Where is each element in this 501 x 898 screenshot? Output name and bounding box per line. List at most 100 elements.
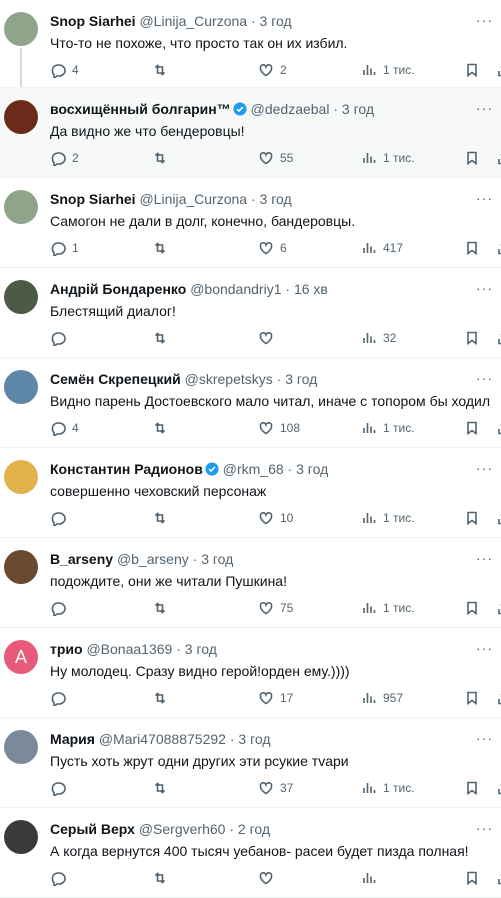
retweet-button[interactable]: [152, 420, 174, 436]
tweet[interactable]: Константин Радионов @rkm_68 · 3 год ··· со…: [0, 448, 501, 538]
like-button[interactable]: 37: [258, 780, 293, 796]
tweet[interactable]: Серый Верх @Sergverh60 · 2 год ··· А когда…: [0, 808, 501, 898]
avatar[interactable]: [4, 190, 38, 224]
timestamp[interactable]: 3 год: [238, 731, 270, 747]
more-options-icon[interactable]: ···: [476, 190, 493, 206]
author-handle[interactable]: @Bonaa1369: [86, 641, 172, 657]
share-button[interactable]: [496, 62, 501, 78]
reply-button[interactable]: [50, 780, 72, 796]
timestamp[interactable]: 3 год: [285, 371, 317, 387]
reply-button[interactable]: [50, 870, 72, 886]
retweet-button[interactable]: [152, 870, 174, 886]
avatar[interactable]: A: [4, 640, 38, 674]
author-handle[interactable]: @rkm_68: [223, 461, 284, 477]
reply-button[interactable]: 2: [50, 150, 79, 166]
reply-button[interactable]: [50, 330, 72, 346]
like-button[interactable]: 75: [258, 600, 293, 616]
author-name[interactable]: Snop Siarhei: [50, 13, 136, 29]
author-handle[interactable]: @b_arseny: [117, 551, 189, 567]
views-button[interactable]: 1 тис.: [361, 600, 415, 616]
tweet[interactable]: Aтрио @Bonaa1369 · 3 год ··· Ну молодец. С…: [0, 628, 501, 718]
author-name[interactable]: Серый Верх: [50, 821, 135, 837]
like-button[interactable]: 10: [258, 510, 293, 526]
bookmark-button[interactable]: [464, 600, 480, 616]
retweet-button[interactable]: [152, 330, 174, 346]
author-name[interactable]: Мария: [50, 731, 95, 747]
timestamp[interactable]: 3 год: [201, 551, 233, 567]
reply-button[interactable]: [50, 690, 72, 706]
author-name[interactable]: трио: [50, 641, 83, 657]
more-options-icon[interactable]: ···: [476, 12, 493, 28]
bookmark-button[interactable]: [464, 62, 480, 78]
views-button[interactable]: 1 тис.: [361, 62, 415, 78]
author-handle[interactable]: @Sergverh60: [139, 821, 226, 837]
retweet-button[interactable]: [152, 600, 174, 616]
timestamp[interactable]: 3 год: [260, 13, 292, 29]
bookmark-button[interactable]: [464, 690, 480, 706]
bookmark-button[interactable]: [464, 510, 480, 526]
share-button[interactable]: [496, 510, 501, 526]
share-button[interactable]: [496, 780, 501, 796]
reply-button[interactable]: [50, 600, 72, 616]
more-options-icon[interactable]: ···: [476, 100, 493, 116]
views-button[interactable]: 1 тис.: [361, 150, 415, 166]
reply-button[interactable]: 4: [50, 420, 79, 436]
tweet[interactable]: восхищённый болгарин™ @dedzaebal · 3 год…: [0, 88, 501, 178]
share-button[interactable]: [496, 690, 501, 706]
timestamp[interactable]: 3 год: [296, 461, 328, 477]
share-button[interactable]: [496, 420, 501, 436]
more-options-icon[interactable]: ···: [476, 820, 493, 836]
bookmark-button[interactable]: [464, 330, 480, 346]
more-options-icon[interactable]: ···: [476, 370, 493, 386]
more-options-icon[interactable]: ···: [476, 280, 493, 296]
timestamp[interactable]: 2 год: [238, 821, 270, 837]
author-name[interactable]: B_arseny: [50, 551, 113, 567]
tweet[interactable]: Snop Siarhei @Linija_Curzona · 3 год ··· Ч…: [0, 0, 501, 88]
author-handle[interactable]: @Linija_Curzona: [139, 191, 247, 207]
tweet[interactable]: B_arseny @b_arseny · 3 год ··· подождите, …: [0, 538, 501, 628]
author-name[interactable]: Семён Скрепецкий: [50, 371, 181, 387]
views-button[interactable]: 1 тис.: [361, 780, 415, 796]
like-button[interactable]: 108: [258, 420, 300, 436]
avatar[interactable]: [4, 280, 38, 314]
tweet[interactable]: Семён Скрепецкий @skrepetskys · 3 год ···…: [0, 358, 501, 448]
views-button[interactable]: 1 тис.: [361, 510, 415, 526]
author-handle[interactable]: @skrepetskys: [185, 371, 273, 387]
more-options-icon[interactable]: ···: [476, 730, 493, 746]
bookmark-button[interactable]: [464, 870, 480, 886]
tweet[interactable]: Мария @Mari47088875292 · 3 год ··· Пусть х…: [0, 718, 501, 808]
author-name[interactable]: Андрій Бондаренко: [50, 281, 186, 297]
avatar[interactable]: [4, 820, 38, 854]
retweet-button[interactable]: [152, 240, 174, 256]
like-button[interactable]: 17: [258, 690, 293, 706]
timestamp[interactable]: 16 хв: [294, 281, 328, 297]
timestamp[interactable]: 3 год: [342, 101, 374, 117]
like-button[interactable]: [258, 870, 280, 886]
reply-button[interactable]: 4: [50, 62, 79, 78]
share-button[interactable]: [496, 870, 501, 886]
like-button[interactable]: 55: [258, 150, 293, 166]
share-button[interactable]: [496, 600, 501, 616]
author-name[interactable]: восхищённый болгарин™: [50, 101, 231, 117]
views-button[interactable]: 1 тис.: [361, 420, 415, 436]
retweet-button[interactable]: [152, 62, 174, 78]
author-name[interactable]: Snop Siarhei: [50, 191, 136, 207]
retweet-button[interactable]: [152, 510, 174, 526]
bookmark-button[interactable]: [464, 240, 480, 256]
retweet-button[interactable]: [152, 150, 174, 166]
more-options-icon[interactable]: ···: [476, 460, 493, 476]
author-handle[interactable]: @Linija_Curzona: [139, 13, 247, 29]
views-button[interactable]: 32: [361, 330, 396, 346]
author-handle[interactable]: @Mari47088875292: [99, 731, 226, 747]
bookmark-button[interactable]: [464, 780, 480, 796]
tweet[interactable]: Snop Siarhei @Linija_Curzona · 3 год ··· С…: [0, 178, 501, 268]
views-button[interactable]: 417: [361, 240, 403, 256]
more-options-icon[interactable]: ···: [476, 640, 493, 656]
share-button[interactable]: [496, 150, 501, 166]
like-button[interactable]: 6: [258, 240, 287, 256]
reply-button[interactable]: 1: [50, 240, 79, 256]
timestamp[interactable]: 3 год: [185, 641, 217, 657]
views-button[interactable]: [361, 870, 383, 886]
share-button[interactable]: [496, 330, 501, 346]
retweet-button[interactable]: [152, 690, 174, 706]
